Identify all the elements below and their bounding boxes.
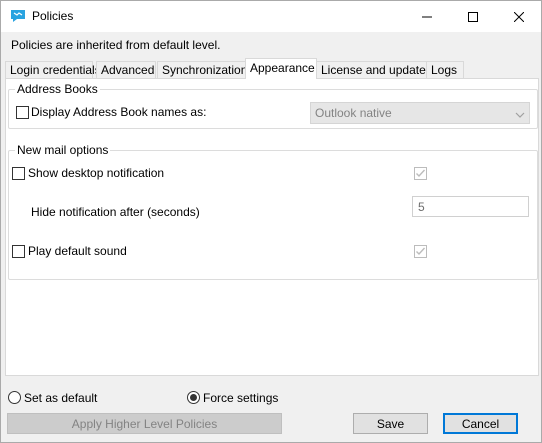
apply-higher-level-label: Apply Higher Level Policies xyxy=(71,416,218,431)
tab-label: Logs xyxy=(431,63,458,77)
inherit-notice: Policies are inherited from default leve… xyxy=(11,38,221,52)
force-settings-label: Force settings xyxy=(203,391,279,405)
minimize-icon xyxy=(422,16,432,17)
address-books-group-label: Address Books xyxy=(15,82,100,96)
hide-after-value: 5 xyxy=(418,200,425,214)
new-mail-group-label: New mail options xyxy=(15,143,111,157)
address-books-group: Address Books Display Address Book names… xyxy=(8,82,538,129)
display-names-checkbox[interactable] xyxy=(16,106,29,119)
set-as-default-label: Set as default xyxy=(24,391,98,405)
apply-higher-level-button[interactable]: Apply Higher Level Policies xyxy=(7,413,282,434)
chevron-down-icon xyxy=(515,108,525,122)
tab-advanced[interactable]: Advanced xyxy=(96,61,156,79)
tab-label: License and updates xyxy=(321,63,432,77)
minimize-button[interactable] xyxy=(404,1,450,32)
checkmark-icon xyxy=(416,247,426,256)
play-sound-checkbox[interactable] xyxy=(12,245,25,258)
maximize-button[interactable] xyxy=(450,1,496,32)
display-names-label: Display Address Book names as: xyxy=(31,105,207,119)
hide-after-input[interactable]: 5 xyxy=(412,196,529,217)
tab-label: Synchronization xyxy=(162,63,248,77)
new-mail-options-group: New mail options Show desktop notificati… xyxy=(8,143,538,280)
save-label: Save xyxy=(376,416,405,431)
close-icon xyxy=(514,11,524,22)
tab-label: Appearance xyxy=(250,61,315,75)
tab-label: Advanced xyxy=(101,63,155,77)
close-button[interactable] xyxy=(496,1,542,32)
policies-window: Policies Policies are inherited from def… xyxy=(0,0,542,443)
tab-label: Login credentials xyxy=(10,63,101,77)
checkmark-icon xyxy=(416,169,426,178)
tab-login-credentials[interactable]: Login credentials xyxy=(5,61,101,79)
tab-appearance[interactable]: Appearance xyxy=(245,58,317,79)
cancel-button[interactable]: Cancel xyxy=(443,413,518,434)
maximize-icon xyxy=(468,11,478,22)
play-sound-label: Play default sound xyxy=(28,244,127,258)
title-bar: Policies xyxy=(1,1,541,32)
show-notification-checkbox[interactable] xyxy=(12,167,25,180)
window-title: Policies xyxy=(32,9,74,23)
tab-logs[interactable]: Logs xyxy=(426,61,464,79)
tab-license-and-updates[interactable]: License and updates xyxy=(316,61,432,79)
save-button[interactable]: Save xyxy=(353,413,428,434)
set-as-default-radio[interactable] xyxy=(8,391,21,404)
force-settings-radio[interactable] xyxy=(187,391,200,404)
appearance-panel: Address Books Display Address Book names… xyxy=(5,78,539,376)
display-names-select-value: Outlook native xyxy=(315,106,392,120)
hide-after-label: Hide notification after (seconds) xyxy=(31,205,200,219)
play-sound-override-checkbox[interactable] xyxy=(414,245,427,258)
show-notification-override-checkbox[interactable] xyxy=(414,167,427,180)
display-names-select[interactable]: Outlook native xyxy=(310,102,530,124)
cancel-label: Cancel xyxy=(461,416,500,431)
chat-bubble-icon xyxy=(10,8,26,24)
tab-synchronization[interactable]: Synchronization xyxy=(157,61,248,79)
show-notification-label: Show desktop notification xyxy=(28,166,165,180)
